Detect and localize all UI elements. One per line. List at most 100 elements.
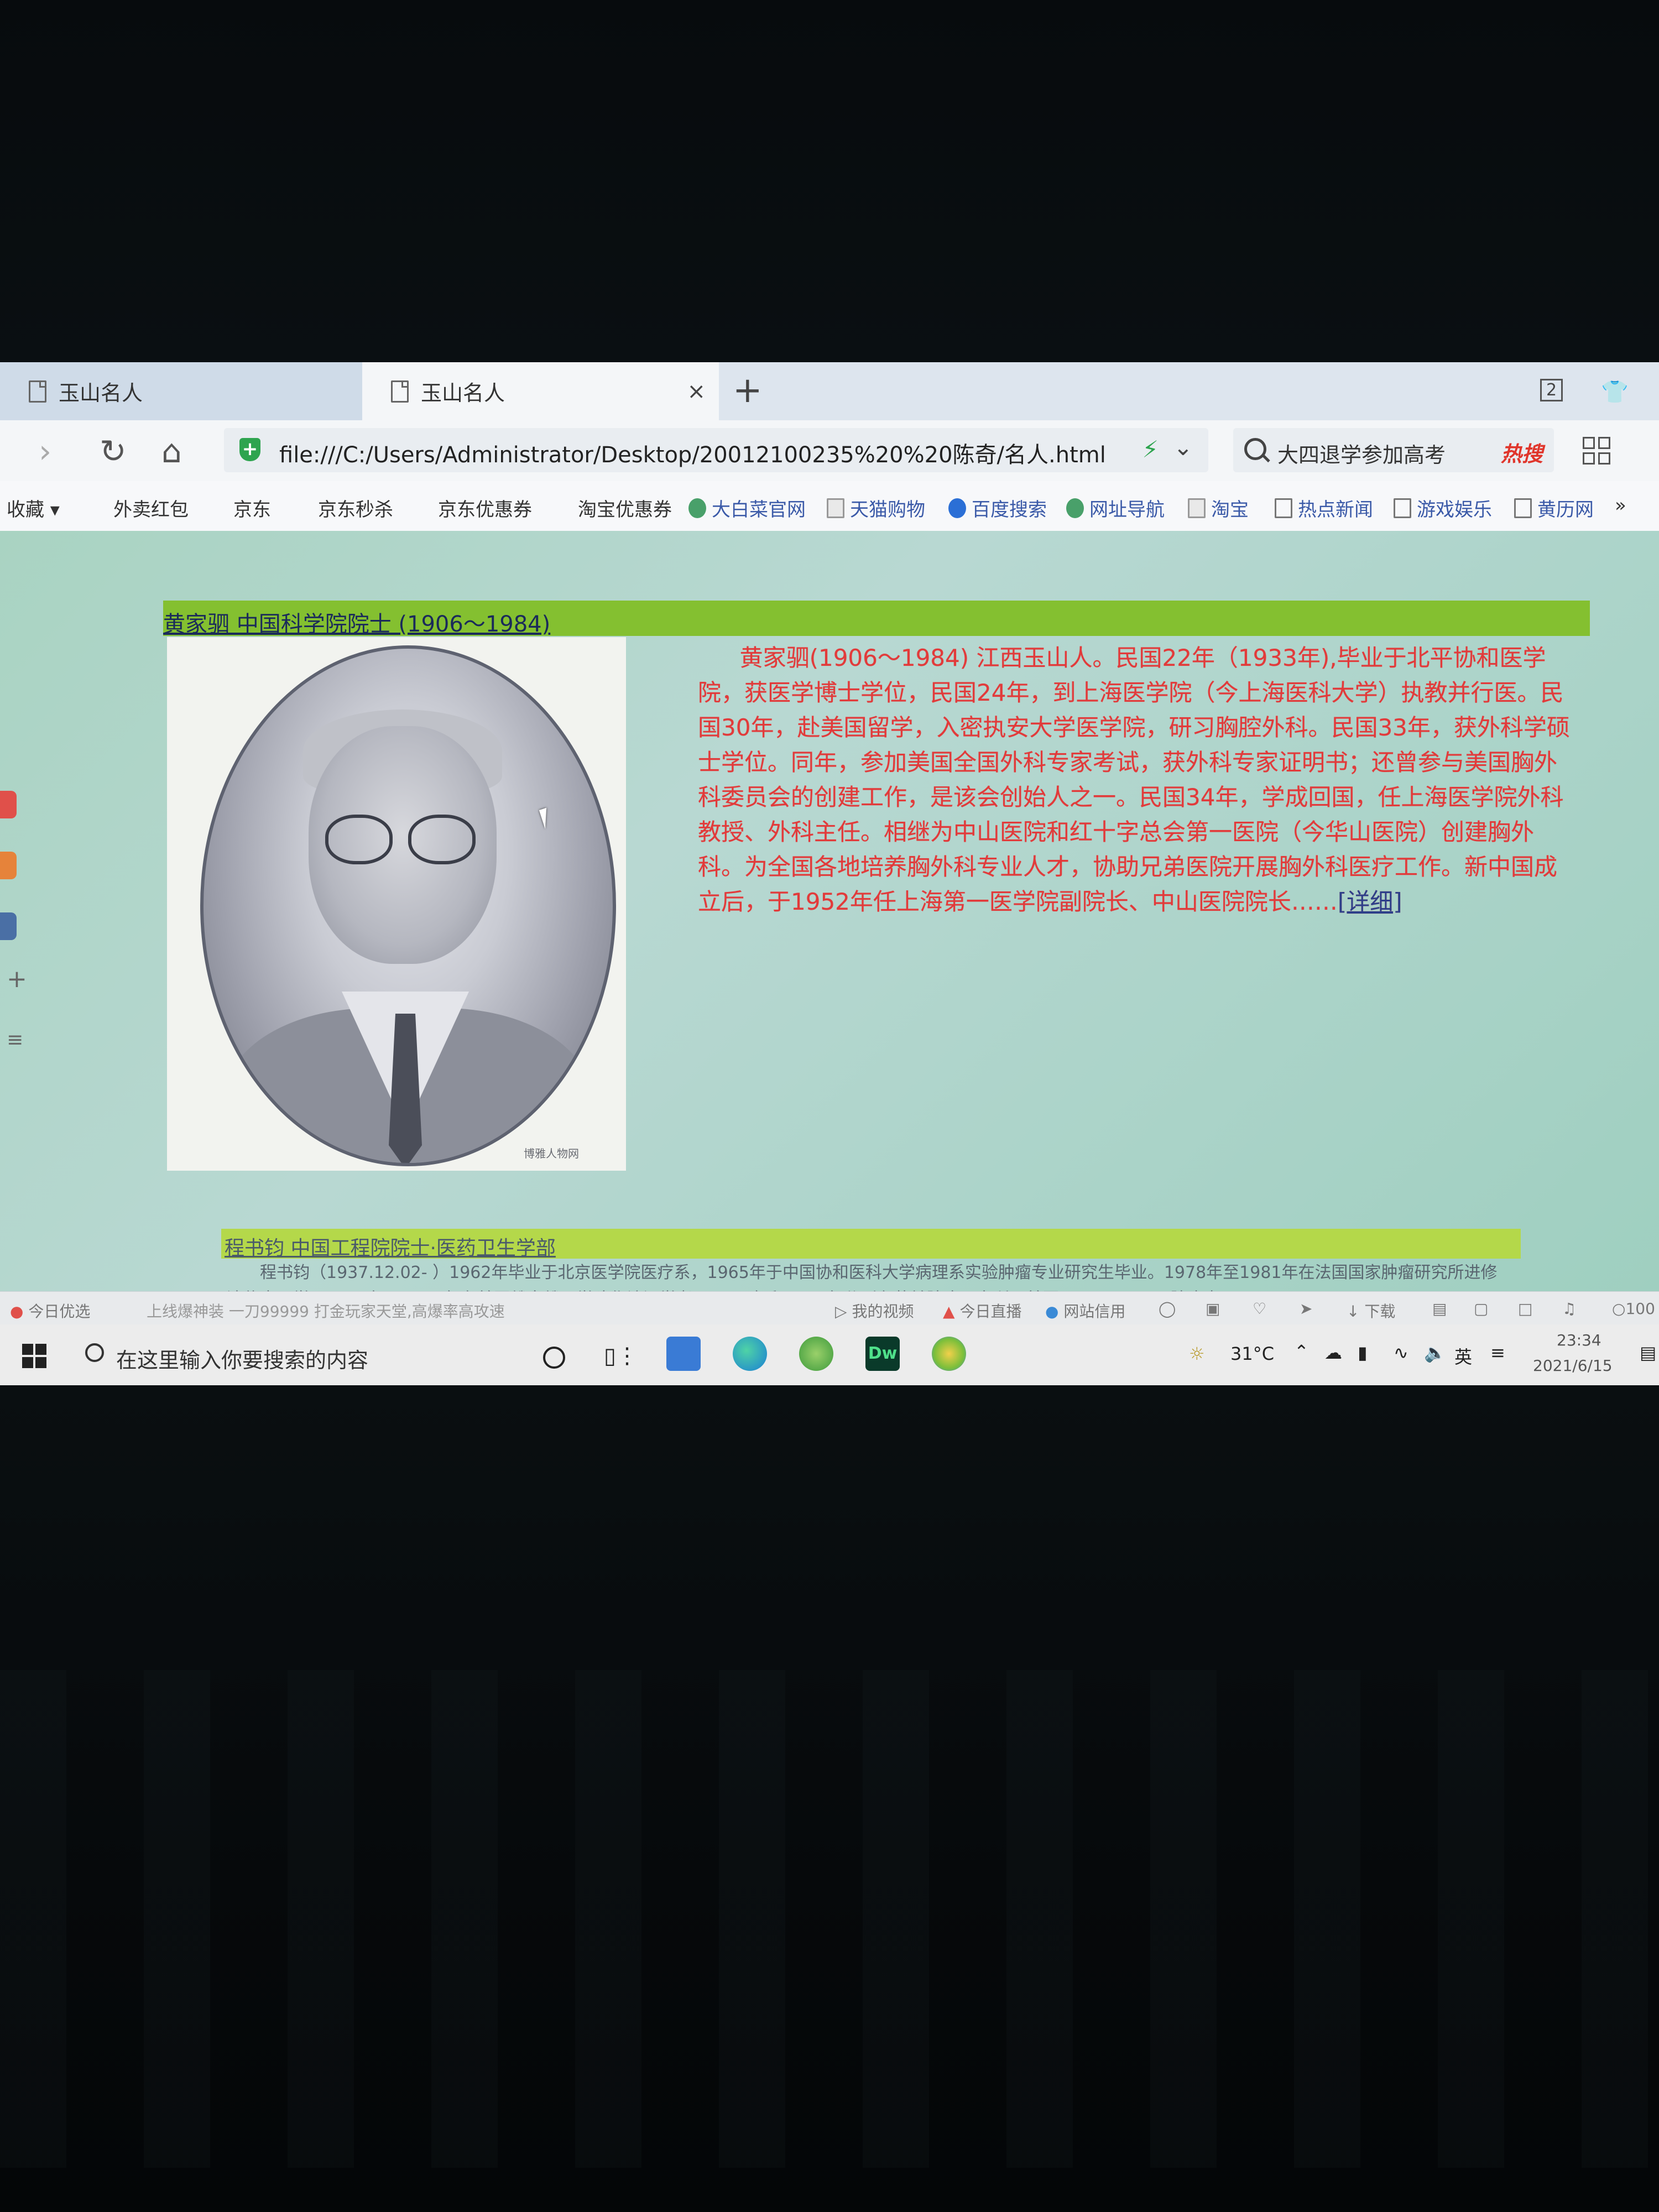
person-header: 黄家驷 中国科学院院士 (1906～1984) bbox=[163, 601, 1590, 638]
browser-status-bar: ● 今日优选 上线爆神装 一刀99999 打金玩家天堂,高爆率高攻速 ▷ 我的视… bbox=[0, 1291, 1659, 1325]
bookmark-item[interactable]: 热点新闻 bbox=[1275, 494, 1373, 521]
keyboard-reflection bbox=[0, 1670, 1659, 2168]
forward-icon[interactable]: › bbox=[39, 432, 51, 470]
cabbage-icon bbox=[688, 498, 706, 518]
search-icon bbox=[85, 1343, 104, 1362]
person-bio: 黄家驷(1906～1984) 江西玉山人。民国22年（1933年),毕业于北平协… bbox=[698, 644, 1570, 915]
new-tab-button[interactable]: + bbox=[733, 370, 763, 411]
print-icon[interactable]: ▤ bbox=[1432, 1300, 1447, 1318]
refresh-icon[interactable]: ↻ bbox=[100, 432, 127, 470]
edge-browser-icon[interactable] bbox=[733, 1337, 767, 1371]
chevron-up-icon[interactable]: ⌃ bbox=[1294, 1341, 1309, 1362]
apps-grid-icon[interactable] bbox=[1583, 437, 1610, 465]
bookmark-favorites[interactable]: 收藏 ▾ bbox=[7, 494, 60, 521]
rocket-icon[interactable]: ➤ bbox=[1300, 1300, 1312, 1318]
cloud-icon[interactable]: ☁ bbox=[1324, 1342, 1342, 1363]
bookmark-item[interactable]: 外卖红包 bbox=[113, 494, 189, 521]
bookmark-item[interactable]: 网址导航 bbox=[1066, 494, 1165, 521]
sidebar-app-icon[interactable] bbox=[0, 912, 17, 940]
close-icon[interactable]: × bbox=[687, 379, 706, 404]
document-icon bbox=[1394, 498, 1411, 518]
page-content: + ≡ 黄家驷 中国科学院院士 (1906～1984) 博雅人物网 黄家驷(19… bbox=[0, 531, 1659, 1309]
url-text[interactable]: file:///C:/Users/Administrator/Desktop/2… bbox=[279, 437, 1106, 469]
sidebar-app-icon[interactable] bbox=[0, 791, 17, 818]
zoom-level[interactable]: ○100 bbox=[1612, 1300, 1655, 1318]
bookmark-item[interactable]: 黄历网 bbox=[1514, 494, 1594, 521]
search-text[interactable]: 大四退学参加高考 bbox=[1277, 438, 1446, 468]
dreamweaver-icon[interactable]: Dw bbox=[865, 1337, 900, 1371]
tab-label: 玉山名人 bbox=[59, 381, 143, 405]
chevron-down-icon[interactable]: ⌄ bbox=[1173, 434, 1193, 461]
notification-icon[interactable]: ▤ bbox=[1640, 1342, 1656, 1363]
bookmark-item[interactable]: 京东秒杀 bbox=[318, 494, 393, 521]
heart-icon[interactable]: ♡ bbox=[1253, 1300, 1266, 1318]
sidebar-app-icon[interactable] bbox=[0, 852, 17, 879]
bookmark-item[interactable]: 淘宝 bbox=[1188, 494, 1249, 521]
clock-date[interactable]: 2021/6/15 bbox=[1533, 1357, 1613, 1375]
download-link[interactable]: ↓ 下载 bbox=[1347, 1300, 1395, 1322]
more-bookmarks-button[interactable]: » bbox=[1615, 494, 1626, 517]
bookmark-item[interactable]: 淘宝优惠券 bbox=[578, 494, 672, 521]
today-pick-link[interactable]: ● 今日优选 bbox=[10, 1300, 90, 1322]
person-title-link[interactable]: 黄家驷 中国科学院院士 (1906～1984) bbox=[163, 606, 550, 638]
shield-icon[interactable]: ◯ bbox=[1159, 1300, 1176, 1318]
windows-start-icon[interactable] bbox=[22, 1344, 46, 1368]
bookmark-item[interactable]: 天猫购物 bbox=[827, 494, 925, 521]
ie-browser-icon[interactable] bbox=[799, 1337, 833, 1371]
task-view-icon[interactable]: ▯⋮ bbox=[604, 1343, 638, 1369]
taskbar-search-placeholder[interactable]: 在这里输入你要搜索的内容 bbox=[116, 1343, 368, 1374]
live-link[interactable]: ▲ 今日直播 bbox=[943, 1300, 1021, 1322]
volume-icon[interactable]: 🔈 bbox=[1424, 1342, 1446, 1363]
site-trust-link[interactable]: ● 网站信用 bbox=[1045, 1300, 1125, 1322]
my-video-link[interactable]: ▷ 我的视频 bbox=[835, 1300, 914, 1322]
person-header: 程书钧 中国工程院院士·医药卫生学部 bbox=[221, 1229, 1521, 1261]
shield-icon: + bbox=[239, 438, 260, 461]
tab-active[interactable]: 玉山名人 × bbox=[362, 362, 719, 420]
temperature[interactable]: 31°C bbox=[1230, 1343, 1274, 1364]
document-icon bbox=[1514, 498, 1532, 518]
baidu-paw-icon bbox=[948, 498, 966, 518]
taskbar-search[interactable]: 在这里输入你要搜索的内容 bbox=[77, 1324, 520, 1385]
tab-bar: 玉山名人 玉山名人 × + 2 👕 bbox=[0, 362, 1659, 420]
keyboard-icon[interactable]: ≡ bbox=[1490, 1342, 1505, 1363]
clock-time[interactable]: 23:34 bbox=[1557, 1331, 1601, 1349]
room-background-top bbox=[0, 0, 1659, 362]
lightning-icon[interactable]: ⚡ bbox=[1142, 436, 1159, 463]
wifi-icon[interactable]: ∿ bbox=[1394, 1342, 1408, 1363]
search-icon bbox=[1244, 438, 1266, 460]
weather-icon[interactable]: ☼ bbox=[1189, 1343, 1205, 1364]
shirt-icon[interactable]: 👕 bbox=[1601, 379, 1629, 405]
cortana-icon[interactable] bbox=[543, 1347, 565, 1369]
home-icon[interactable]: ⌂ bbox=[161, 432, 182, 470]
image-icon[interactable]: ▣ bbox=[1206, 1300, 1220, 1318]
person-title-link[interactable]: 程书钧 中国工程院院士·医药卫生学部 bbox=[225, 1232, 556, 1261]
tab-label: 玉山名人 bbox=[421, 381, 505, 405]
360-browser-icon[interactable] bbox=[932, 1337, 966, 1371]
menu-icon[interactable]: ≡ bbox=[7, 1029, 23, 1051]
hot-search-button[interactable]: 热搜 bbox=[1501, 437, 1543, 467]
portrait-photo: 博雅人物网 bbox=[167, 637, 626, 1171]
tmall-icon bbox=[827, 498, 844, 518]
search-field[interactable]: 大四退学参加高考 热搜 bbox=[1233, 428, 1554, 472]
ime-indicator[interactable]: 英 bbox=[1454, 1343, 1472, 1369]
battery-icon[interactable]: ▮ bbox=[1358, 1342, 1368, 1363]
home-nav-icon bbox=[1066, 498, 1084, 518]
volume-icon[interactable]: ♫ bbox=[1562, 1300, 1576, 1318]
bookmark-item[interactable]: 大白菜官网 bbox=[688, 494, 806, 521]
window-icon[interactable]: □ bbox=[1518, 1300, 1532, 1318]
add-icon[interactable]: + bbox=[7, 965, 27, 993]
mail-icon[interactable] bbox=[666, 1337, 701, 1371]
address-bar: › ↻ ⌂ + file:///C:/Users/Administrator/D… bbox=[0, 420, 1659, 482]
bookmark-item[interactable]: 百度搜索 bbox=[948, 494, 1047, 521]
bookmark-item[interactable]: 京东 bbox=[233, 494, 271, 521]
details-link[interactable]: [详细] bbox=[1338, 888, 1402, 915]
ad-text[interactable]: 上线爆神装 一刀99999 打金玩家天堂,高爆率高攻速 bbox=[147, 1300, 505, 1322]
tab-inactive[interactable]: 玉山名人 bbox=[0, 362, 362, 420]
taobao-icon bbox=[1188, 498, 1206, 518]
bookmark-item[interactable]: 京东优惠券 bbox=[438, 494, 532, 521]
screenshot-icon[interactable]: ▢ bbox=[1474, 1300, 1488, 1318]
url-field[interactable]: + file:///C:/Users/Administrator/Desktop… bbox=[224, 428, 1208, 472]
bookmark-item[interactable]: 游戏娱乐 bbox=[1394, 494, 1492, 521]
window-count-badge[interactable]: 2 bbox=[1540, 379, 1563, 401]
portrait-oval bbox=[200, 645, 616, 1166]
